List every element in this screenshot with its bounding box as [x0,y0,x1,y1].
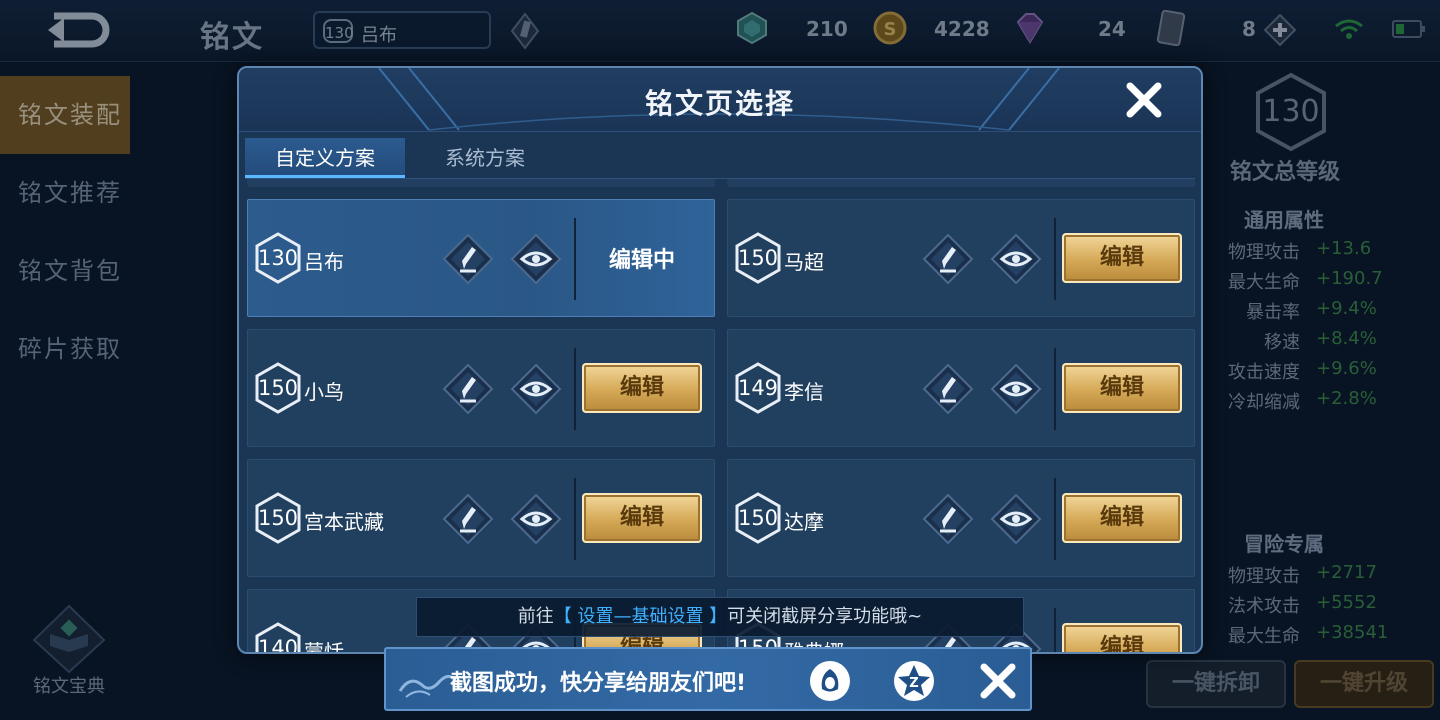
list-item-partial [247,179,715,187]
rune-page-card[interactable]: 149 李信 编辑 [727,329,1195,447]
hero-name: 吕布 [304,250,344,274]
level-value: 130 [257,246,299,270]
rune-page-card[interactable]: 150 马超 编辑 [727,199,1195,317]
edit-button[interactable]: 编辑 [1062,363,1182,413]
close-icon[interactable] [1124,80,1164,120]
dialog-title: 铭文页选择 [644,87,795,120]
tab-bar: 自定义方案 系统方案 [245,138,1195,178]
rune-page-card[interactable]: 150 宫本武藏 编辑 [247,459,715,577]
level-badge: 150 [254,492,302,544]
close-icon[interactable] [976,659,1020,703]
level-badge: 130 [254,232,302,284]
pencil-icon[interactable] [442,233,494,285]
rune-page-card[interactable]: 150 达摩 编辑 [727,459,1195,577]
share-bar: 截图成功，快分享给朋友们吧! Z [384,647,1032,711]
level-badge: 140 [254,622,302,652]
card-divider [574,478,576,560]
level-badge: 150 [254,362,302,414]
rune-page-card[interactable]: 150 小鸟 编辑 [247,329,715,447]
card-divider [1054,608,1056,652]
qzone-share-icon[interactable]: Z [892,659,936,703]
level-badge: 150 [734,232,782,284]
level-value: 140 [257,636,299,652]
eye-icon[interactable] [510,493,562,545]
pencil-icon[interactable] [922,493,974,545]
pencil-icon[interactable] [922,233,974,285]
pencil-icon[interactable] [922,363,974,415]
tip-prefix: 前往 [517,606,554,627]
card-divider [574,348,576,430]
eye-icon[interactable] [510,233,562,285]
list-item-partial [727,179,1195,187]
eye-icon[interactable] [990,493,1042,545]
settings-link[interactable]: 【 设置—基础设置 】 [554,606,727,627]
card-divider [1054,478,1056,560]
edit-button[interactable]: 编辑 [1062,493,1182,543]
card-divider [1054,218,1056,300]
tip-suffix: 可关闭截屏分享功能哦~ [727,606,923,627]
pencil-icon[interactable] [442,493,494,545]
dialog-header: 铭文页选择 [239,68,1201,132]
qq-share-icon[interactable] [808,659,852,703]
rune-page-list[interactable]: 130 吕布 编辑中 150 马超 编辑 150 小鸟 编辑 149 李信 编辑… [239,179,1201,652]
card-divider [1054,348,1056,430]
pencil-icon[interactable] [442,363,494,415]
editing-status: 编辑中 [608,248,675,273]
eye-icon[interactable] [510,363,562,415]
eye-icon[interactable] [990,233,1042,285]
screenshot-tip-toast: 前往【 设置—基础设置 】可关闭截屏分享功能哦~ [416,597,1024,637]
edit-button[interactable]: 编辑 [1062,623,1182,652]
share-message: 截图成功，快分享给朋友们吧! [450,671,747,696]
rune-page-dialog: 铭文页选择 自定义方案 系统方案 130 吕布 编辑中 150 马超 编辑 15… [237,66,1203,654]
level-badge: 150 [734,492,782,544]
level-value: 150 [257,376,299,400]
eye-icon[interactable] [990,363,1042,415]
hero-name: 马超 [784,250,824,274]
rune-page-card-active[interactable]: 130 吕布 编辑中 [247,199,715,317]
hero-name: 宫本武藏 [304,510,384,534]
level-value: 150 [737,506,779,530]
hero-name: 蒙恬 [304,640,344,652]
hero-name: 李信 [784,380,824,404]
edit-button[interactable]: 编辑 [582,363,702,413]
hero-name: 达摩 [784,510,824,534]
level-value: 150 [257,506,299,530]
level-badge: 149 [734,362,782,414]
tab-custom-plans[interactable]: 自定义方案 [245,138,405,178]
edit-button[interactable]: 编辑 [582,493,702,543]
cloud-ornament-icon [398,674,456,698]
edit-button[interactable]: 编辑 [1062,233,1182,283]
hero-name: 小鸟 [304,380,344,404]
level-value: 150 [737,246,779,270]
tab-system-plans[interactable]: 系统方案 [405,138,565,178]
card-divider [574,218,576,300]
svg-text:Z: Z [909,676,918,691]
level-value: 149 [737,376,779,400]
